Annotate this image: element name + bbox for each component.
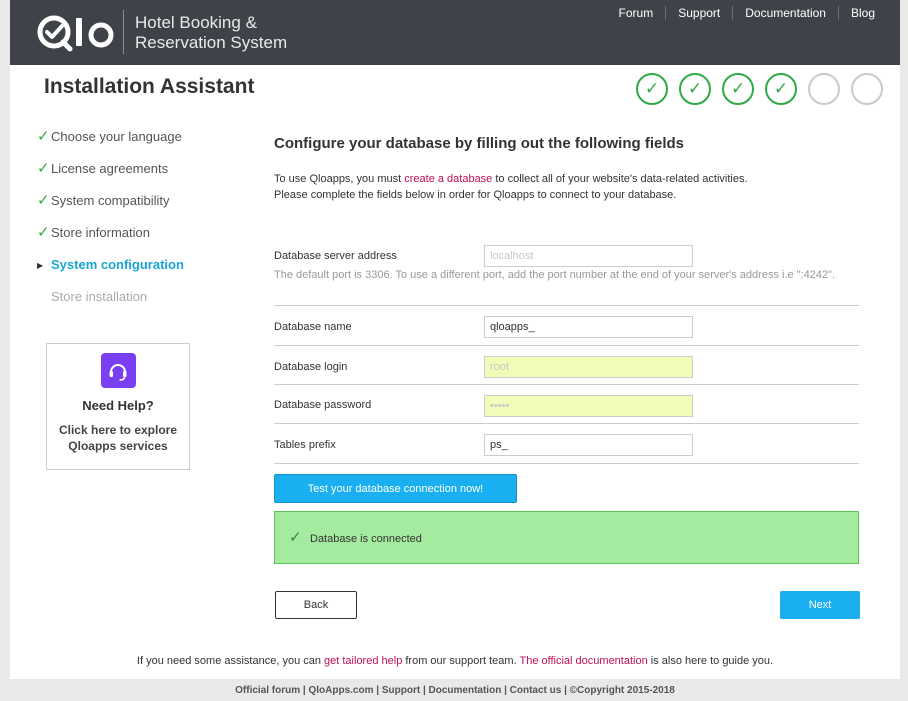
help-title: Need Help? <box>47 398 189 413</box>
tables-prefix-label: Tables prefix <box>274 439 336 451</box>
section-heading: Configure your database by filling out t… <box>274 135 859 152</box>
progress-indicator: ✓ ✓ ✓ ✓ <box>636 73 894 105</box>
create-database-link[interactable]: create a database <box>404 173 492 185</box>
step-label: System configuration <box>51 257 184 272</box>
nav-blog-link[interactable]: Blog <box>839 6 900 20</box>
progress-step-pending <box>851 73 883 105</box>
database-login-input[interactable] <box>484 356 693 378</box>
check-icon: ✓ <box>688 79 702 99</box>
progress-step-done: ✓ <box>722 73 754 105</box>
step-label: License agreements <box>51 161 168 176</box>
footer-links[interactable]: Official forum | QloApps.com | Support |… <box>10 685 900 696</box>
connection-status-box: ✓ Database is connected <box>274 511 859 564</box>
server-address-row: Database server address The default port… <box>274 245 859 306</box>
header: Hotel Booking & Reservation System Forum… <box>10 0 900 65</box>
step-system-configuration: ▶ System configuration <box>37 257 247 289</box>
intro-line2: Please complete the fields below in orde… <box>274 187 859 203</box>
help-subtitle: Click here to explore Qloapps services <box>47 422 189 454</box>
step-license-agreements[interactable]: ✓ License agreements <box>37 161 247 193</box>
check-icon: ✓ <box>289 528 302 546</box>
database-password-input[interactable] <box>484 395 693 417</box>
assist-pre: If you need some assistance, you can <box>137 655 324 667</box>
official-documentation-link[interactable]: The official documentation <box>520 655 648 667</box>
step-label: Store information <box>51 225 150 240</box>
intro-text: To use Qloapps, you must create a databa… <box>274 171 859 203</box>
logo-text: Hotel Booking & Reservation System <box>135 13 287 53</box>
server-address-input[interactable] <box>484 245 693 267</box>
check-icon: ✓ <box>774 79 788 99</box>
check-icon: ✓ <box>37 161 51 176</box>
back-button[interactable]: Back <box>275 591 357 619</box>
progress-step-done: ✓ <box>679 73 711 105</box>
progress-step-done: ✓ <box>765 73 797 105</box>
logo-text-line1: Hotel Booking & <box>135 13 287 33</box>
check-icon: ✓ <box>645 79 659 99</box>
step-label: Store installation <box>37 289 147 304</box>
tables-prefix-input[interactable] <box>484 434 693 456</box>
step-system-compatibility[interactable]: ✓ System compatibility <box>37 193 247 225</box>
server-address-hint: The default port is 3306. To use a diffe… <box>274 267 844 283</box>
check-icon: ✓ <box>731 79 745 99</box>
headset-icon <box>101 353 136 388</box>
page-title: Installation Assistant <box>44 75 254 99</box>
database-name-input[interactable] <box>484 316 693 338</box>
nav-support-link[interactable]: Support <box>666 6 733 20</box>
help-line-1: Click here to explore <box>47 422 189 438</box>
test-connection-button[interactable]: Test your database connection now! <box>274 474 517 503</box>
main-panel: Installation Assistant ✓ ✓ ✓ ✓ ✓ Choose … <box>10 65 900 679</box>
nav-forum-link[interactable]: Forum <box>607 6 667 20</box>
logo-text-line2: Reservation System <box>135 33 287 53</box>
step-label: System compatibility <box>51 193 169 208</box>
check-icon: ✓ <box>37 225 51 240</box>
progress-step-done: ✓ <box>636 73 668 105</box>
step-store-installation: Store installation <box>37 289 247 321</box>
database-password-label: Database password <box>274 399 371 411</box>
assist-post: is also here to guide you. <box>648 655 773 667</box>
step-label: Choose your language <box>51 129 182 144</box>
check-icon: ✓ <box>37 129 51 144</box>
content-header: Configure your database by filling out t… <box>274 135 859 203</box>
next-button[interactable]: Next <box>780 591 860 619</box>
tables-prefix-row: Tables prefix <box>274 424 859 464</box>
database-name-row: Database name <box>274 306 859 346</box>
assistance-text: If you need some assistance, you can get… <box>10 655 900 667</box>
server-address-label: Database server address <box>274 250 397 262</box>
install-steps: ✓ Choose your language ✓ License agreeme… <box>37 129 247 321</box>
top-nav: Forum Support Documentation Blog <box>607 6 900 20</box>
help-box[interactable]: Need Help? Click here to explore Qloapps… <box>46 343 190 470</box>
step-choose-language[interactable]: ✓ Choose your language <box>37 129 247 161</box>
assist-mid: from our support team. <box>402 655 519 667</box>
step-store-information[interactable]: ✓ Store information <box>37 225 247 257</box>
tailored-help-link[interactable]: get tailored help <box>324 655 402 667</box>
qlo-logo[interactable] <box>34 11 118 58</box>
intro-post: to collect all of your website's data-re… <box>492 173 747 185</box>
intro-pre: To use Qloapps, you must <box>274 173 404 185</box>
progress-step-pending <box>808 73 840 105</box>
help-line-2: Qloapps services <box>47 438 189 454</box>
current-step-arrow-icon: ▶ <box>37 257 51 273</box>
database-login-row: Database login <box>274 346 859 385</box>
nav-documentation-link[interactable]: Documentation <box>733 6 839 20</box>
database-login-label: Database login <box>274 361 347 373</box>
database-name-label: Database name <box>274 321 352 333</box>
database-password-row: Database password <box>274 385 859 424</box>
logo-divider <box>123 10 124 54</box>
connection-status-message: Database is connected <box>310 533 422 545</box>
check-icon: ✓ <box>37 193 51 208</box>
